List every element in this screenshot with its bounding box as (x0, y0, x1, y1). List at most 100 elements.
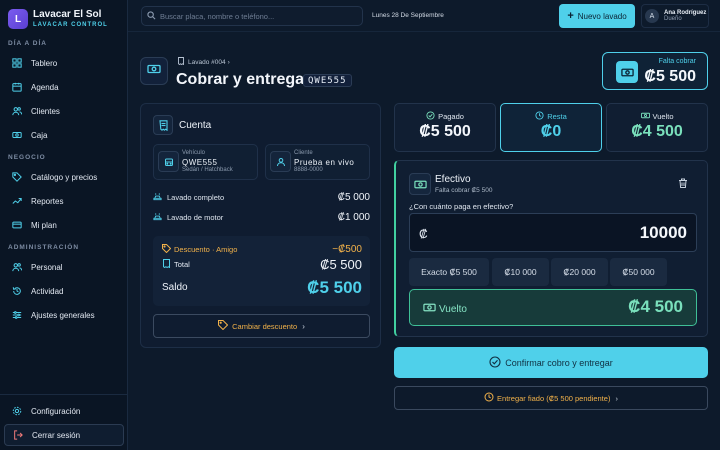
section-label-admin: ADMINISTRACIÓN (8, 244, 80, 251)
change-label: Vuelto (652, 112, 674, 121)
service-line: Lavado completo ₡5 000 (153, 190, 370, 204)
car-wash-icon (153, 192, 167, 203)
car-icon (158, 151, 179, 172)
brand-name: Lavacar El Sol (33, 9, 102, 20)
topbar: Lunes 28 De Septiembre + Nuevo lavado A … (128, 0, 720, 32)
sidebar-item-label: Clientes (31, 106, 60, 116)
change-discount-label: Cambiar descuento (232, 321, 298, 331)
quick-amount-20000[interactable]: ₡20 000 (551, 258, 608, 286)
discount-label: Descuento · Amigo (174, 245, 238, 254)
delete-payment-button[interactable] (671, 173, 695, 195)
sidebar-item-tablero[interactable]: Tablero (4, 53, 124, 73)
sidebar-item-label: Catálogo y precios (31, 172, 98, 182)
logout-label: Cerrar sesión (32, 430, 81, 440)
sidebar-item-configuracion[interactable]: Configuración (4, 401, 124, 421)
paid-label: Pagado (438, 112, 464, 121)
vehicle-card: Vehículo QWE555 Sedán / Hatchback (153, 144, 258, 180)
search-input[interactable] (160, 11, 355, 21)
cash-payment-panel: Efectivo Falta cobrar ₡5 500 ¿Con cuánto… (394, 160, 708, 337)
cash-icon (409, 173, 431, 195)
change-value: ₡4 500 (631, 123, 683, 140)
page-title: Cobrar y entregar (176, 71, 311, 88)
search-icon (147, 7, 156, 25)
paid-value: ₡5 500 (419, 123, 471, 140)
page-header-icon (140, 57, 168, 85)
vehicle-type: Sedán / Hatchback (182, 167, 233, 173)
sidebar-item-miplan[interactable]: Mi plan (4, 215, 124, 235)
sidebar-item-actividad[interactable]: Actividad (4, 281, 124, 301)
sidebar-item-caja[interactable]: Caja (4, 125, 124, 145)
new-wash-label: Nuevo lavado (577, 11, 627, 21)
quick-amount-exact[interactable]: Exacto ₡5 500 (409, 258, 489, 286)
users-icon (11, 105, 23, 117)
users-icon (11, 261, 23, 273)
sidebar-item-personal[interactable]: Personal (4, 257, 124, 277)
car-wash-icon (153, 212, 167, 223)
breadcrumb[interactable]: Lavado #004 › (177, 57, 230, 67)
cash-amount-input[interactable] (487, 223, 687, 243)
remaining-value: ₡0 (540, 123, 562, 140)
grid-icon (11, 57, 23, 69)
receipt-icon (162, 259, 174, 270)
new-wash-button[interactable]: + Nuevo lavado (559, 4, 635, 28)
section-label-business: NEGOCIO (8, 154, 46, 161)
logout-button[interactable]: Cerrar sesión (4, 424, 124, 446)
sidebar-item-clientes[interactable]: Clientes (4, 101, 124, 121)
confirm-payment-button[interactable]: Confirmar cobro y entregar (394, 347, 708, 378)
discount-amount: −₡500 (332, 244, 362, 255)
check-circle-icon (426, 111, 438, 122)
cash-amount-field[interactable]: ₡ (409, 213, 697, 252)
sidebar-item-agenda[interactable]: Agenda (4, 77, 124, 97)
balance-label: Saldo (162, 282, 188, 293)
quick-amount-10000[interactable]: ₡10 000 (492, 258, 549, 286)
sidebar-item-reportes[interactable]: Reportes (4, 191, 124, 211)
change-stat: Vuelto ₡4 500 (606, 103, 708, 152)
receipt-icon (177, 57, 188, 67)
user-icon (270, 151, 291, 172)
sidebar-item-ajustes[interactable]: Ajustes generales (4, 305, 124, 325)
chevron-right-icon: › (302, 321, 305, 331)
sidebar-item-label: Mi plan (31, 220, 57, 230)
change-discount-button[interactable]: Cambiar descuento › (153, 314, 370, 338)
sidebar-item-label: Caja (31, 130, 48, 140)
quick-amount-50000[interactable]: ₡50 000 (610, 258, 667, 286)
total-amount: ₡5 500 (320, 257, 362, 272)
total-label: Total (174, 260, 190, 269)
remaining-stat: Resta ₡0 (500, 103, 602, 152)
sidebar-item-catalogo[interactable]: Catálogo y precios (4, 167, 124, 187)
card-icon (11, 219, 23, 231)
chart-icon (11, 195, 23, 207)
sidebar: L Lavacar El Sol LAVACAR CONTROL DÍA A D… (0, 0, 128, 450)
clock-icon (535, 111, 547, 122)
clock-icon (484, 392, 497, 404)
account-title: Cuenta (179, 119, 212, 131)
amount-due-card: Falta cobrar ₡5 500 (602, 52, 708, 90)
balance-row: Saldo ₡5 500 (162, 278, 362, 297)
deliver-on-credit-label: Entregar fiado (₡5 500 pendiente) (497, 393, 611, 403)
brand-subtitle: LAVACAR CONTROL (33, 22, 108, 28)
avatar: A (645, 9, 659, 23)
client-label: Cliente (294, 150, 313, 156)
search-box[interactable] (141, 6, 363, 26)
amount-question: ¿Con cuánto paga en efectivo? (409, 202, 514, 211)
sidebar-item-label: Tablero (31, 58, 58, 68)
user-menu[interactable]: A Ana Rodríguez Dueño (641, 4, 709, 28)
cash-icon (616, 61, 638, 83)
chevron-right-icon: › (227, 58, 230, 66)
change-due-label: Vuelto (439, 303, 467, 315)
brand: L Lavacar El Sol LAVACAR CONTROL (8, 9, 108, 29)
deliver-on-credit-button[interactable]: Entregar fiado (₡5 500 pendiente) › (394, 386, 708, 410)
history-icon (11, 285, 23, 297)
brand-logo: L (8, 9, 28, 29)
service-line: Lavado de motor ₡1 000 (153, 210, 370, 224)
plate-badge: QWE555 (303, 74, 352, 87)
chevron-right-icon: › (615, 393, 618, 403)
remaining-label: Resta (547, 112, 567, 121)
vehicle-label: Vehículo (182, 150, 206, 156)
account-summary: Descuento · Amigo −₡500 Total ₡5 500 Sal… (153, 236, 370, 306)
breadcrumb-label: Lavado #004 (188, 58, 226, 66)
check-circle-icon (489, 355, 505, 370)
sidebar-item-label: Ajustes generales (31, 310, 95, 320)
amount-due-label: Falta cobrar (658, 58, 696, 65)
sidebar-item-label: Actividad (31, 286, 64, 296)
